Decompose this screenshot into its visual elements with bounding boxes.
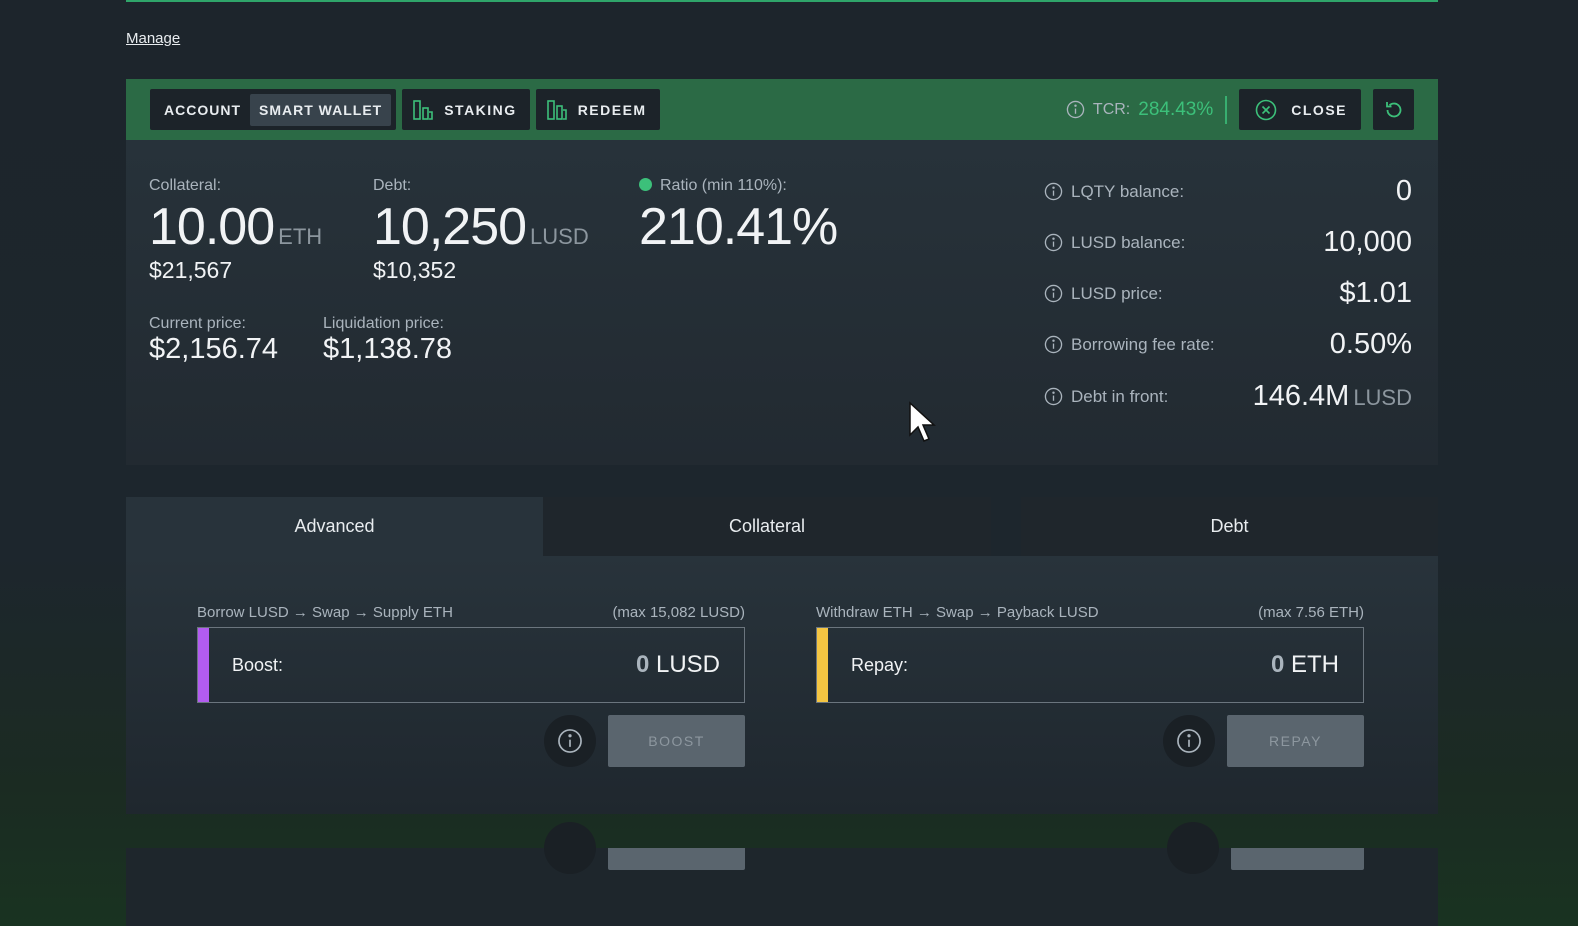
boost-unit: LUSD — [655, 651, 720, 678]
collateral-label: Collateral: — [149, 177, 222, 194]
info-icon[interactable] — [1044, 182, 1063, 201]
info-label: Debt in front: — [1071, 386, 1169, 406]
top-accent-line — [126, 0, 1438, 2]
debt-in-front-unit: LUSD — [1353, 385, 1412, 410]
debt-value: 10,250 — [373, 198, 527, 256]
ratio-label: Ratio (min 110%): — [660, 177, 787, 194]
info-icon[interactable] — [1066, 100, 1085, 119]
info-value: 10,000 — [1323, 226, 1412, 258]
info-label: LQTY balance: — [1071, 181, 1185, 201]
repay-unit: ETH — [1291, 651, 1339, 678]
mouse-cursor-icon — [909, 401, 936, 442]
debt-in-front-value: 146.4M — [1252, 380, 1350, 412]
info-icon[interactable] — [1044, 284, 1063, 303]
refresh-button[interactable] — [1373, 89, 1414, 130]
position-panel: Collateral: 10.00 ETH $21,567 Debt: 10,25… — [126, 140, 1438, 465]
staking-label: STAKING — [444, 101, 517, 118]
refresh-icon — [1385, 101, 1401, 117]
repay-max: (max 7.56 ETH) — [1258, 604, 1364, 621]
repay-info-button[interactable] — [1163, 715, 1215, 767]
redeem-icon — [546, 99, 567, 120]
tab-debt[interactable]: Debt — [1021, 497, 1438, 556]
tab-collateral[interactable]: Collateral — [543, 497, 991, 556]
info-icon[interactable] — [1044, 335, 1063, 354]
status-dot — [639, 178, 652, 191]
liquidation-price-value: $1,138.78 — [323, 333, 453, 365]
debt-usd: $10,352 — [373, 257, 457, 283]
info-value: $1.01 — [1339, 277, 1412, 309]
close-circle-icon — [1255, 99, 1277, 120]
divider — [1225, 95, 1228, 124]
boost-label: Boost: — [232, 654, 284, 675]
action-tabs: Advanced Collateral Debt — [126, 497, 1438, 556]
tcr-value: 284.43% — [1138, 98, 1214, 120]
info-value: 0.50% — [1329, 328, 1412, 360]
repay-label: Repay: — [851, 654, 909, 675]
info-icon — [1177, 729, 1201, 753]
boost-input[interactable]: Boost: 0 LUSD — [197, 627, 745, 703]
collateral-unit: ETH — [278, 224, 323, 249]
info-row-borrowing-fee: Borrowing fee rate: 0.50% — [1044, 328, 1412, 361]
repay-description: Withdraw ETH → Swap → Payback LUSD — [816, 604, 1099, 621]
info-icon — [558, 729, 582, 753]
collateral-usd: $21,567 — [149, 257, 233, 283]
ghost-button — [608, 848, 745, 870]
ghost-panel-reflection — [126, 822, 1438, 926]
advanced-panel: Borrow LUSD → Swap → Supply ETH (max 15,… — [126, 556, 1438, 814]
ratio-value: 210.41% — [639, 198, 838, 256]
account-wallet-switch: ACCOUNT SMART WALLET — [150, 89, 397, 130]
info-row-lusd-balance: LUSD balance: 10,000 — [1044, 226, 1412, 259]
staking-icon — [413, 99, 434, 120]
repay-input[interactable]: Repay: 0 ETH — [816, 627, 1364, 703]
close-label: CLOSE — [1291, 101, 1347, 118]
liquidation-price-label: Liquidation price: — [323, 315, 444, 332]
info-label: LUSD price: — [1071, 283, 1163, 303]
info-row-lqty: LQTY balance: 0 — [1044, 175, 1412, 208]
info-row-debt-in-front: Debt in front: 146.4M LUSD — [1044, 380, 1412, 413]
current-price-value: $2,156.74 — [149, 333, 279, 365]
repay-amount: 0 — [1270, 651, 1285, 678]
boost-info-button[interactable] — [544, 715, 596, 767]
repay-color-bar — [817, 628, 828, 702]
boost-button[interactable]: BOOST — [608, 715, 745, 767]
repay-section: Withdraw ETH → Swap → Payback LUSD (max … — [816, 604, 1364, 767]
boost-description: Borrow LUSD → Swap → Supply ETH — [197, 604, 453, 621]
redeem-button[interactable]: REDEEM — [535, 89, 660, 130]
close-button[interactable]: CLOSE — [1239, 89, 1361, 130]
manage-link[interactable]: Manage — [126, 30, 180, 47]
ghost-button — [1231, 848, 1364, 870]
info-value: 146.4M LUSD — [1253, 380, 1412, 413]
ghost-circle — [1167, 822, 1219, 874]
info-icon[interactable] — [1044, 387, 1063, 406]
current-price-label: Current price: — [149, 315, 246, 332]
info-row-lusd-price: LUSD price: $1.01 — [1044, 277, 1412, 310]
tab-advanced[interactable]: Advanced — [126, 497, 543, 556]
boost-max: (max 15,082 LUSD) — [612, 604, 745, 621]
repay-button[interactable]: REPAY — [1227, 715, 1364, 767]
ghost-circle — [544, 822, 596, 874]
info-label: Borrowing fee rate: — [1071, 334, 1215, 354]
tcr-label: TCR: — [1066, 100, 1130, 119]
info-value: 0 — [1395, 175, 1412, 207]
boost-amount: 0 — [635, 651, 650, 678]
debt-unit: LUSD — [530, 224, 589, 249]
smart-wallet-button[interactable]: SMART WALLET — [250, 93, 392, 126]
info-icon[interactable] — [1044, 233, 1063, 252]
info-label: LUSD balance: — [1071, 232, 1186, 252]
collateral-value: 10.00 — [149, 198, 275, 256]
boost-section: Borrow LUSD → Swap → Supply ETH (max 15,… — [197, 604, 745, 767]
boost-color-bar — [198, 628, 209, 702]
debt-label: Debt: — [373, 177, 412, 194]
tcr-label-text: TCR: — [1092, 100, 1131, 118]
staking-button[interactable]: STAKING — [402, 89, 530, 130]
toolbar: ACCOUNT SMART WALLET STAKING REDEEM TCR:… — [126, 79, 1438, 140]
redeem-label: REDEEM — [577, 101, 647, 118]
account-button[interactable]: ACCOUNT — [155, 94, 250, 126]
